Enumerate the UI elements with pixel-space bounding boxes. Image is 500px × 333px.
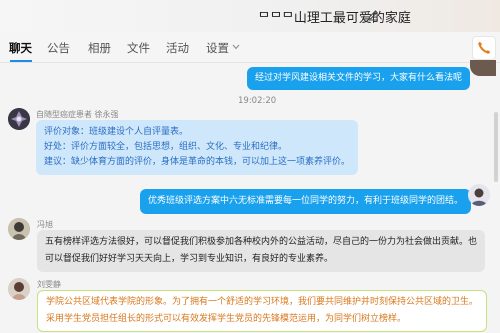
message-text: 经过对学风建设相关文件的学习，大家有什么看法呢	[255, 73, 463, 83]
message-text: 可以督促我们好好学习天天向上，学习到专业知识，有良好的专业素养。	[45, 254, 334, 264]
avatar-image	[8, 108, 30, 130]
tab-announcement[interactable]: 公告	[47, 40, 70, 56]
avatar[interactable]	[8, 278, 30, 300]
phone-icon	[478, 42, 490, 54]
title-bar: ᄆᄆᄆ山理工最可爱的家庭	[0, 0, 500, 32]
message-text: 五有榜样评选方法很好，可以督促我们积极参加各种校内外的公益活动，尽自己的一份力为…	[45, 237, 478, 247]
pencil-icon[interactable]	[367, 9, 379, 21]
message-text: 优秀班级评选方案中六无标准需要每一位同学的努力，有利于班级同学的团结。	[148, 196, 464, 206]
avatar[interactable]	[468, 184, 490, 206]
message-text: 好处：评价方面较全，包括思想，组织、文化、专业和纪律。	[44, 142, 288, 152]
avatar-image	[8, 278, 30, 300]
sender-name: 冯旭	[37, 220, 53, 229]
tab-album[interactable]: 相册	[88, 40, 111, 56]
chevron-down-icon[interactable]	[232, 44, 240, 50]
avatar[interactable]	[8, 218, 30, 240]
phone-call-button[interactable]	[472, 36, 496, 60]
message-bubble-outgoing[interactable]: 优秀班级评选方案中六无标准需要每一位同学的努力，有利于班级同学的团结。	[140, 189, 472, 214]
avatar[interactable]	[8, 108, 30, 130]
tab-bar: 聊天 公告 相册 文件 活动 设置	[0, 36, 500, 62]
message-bubble-incoming[interactable]: 评价对象：班级建设个人自评量表。 好处：评价方面较全，包括思想，组织、文化、专业…	[36, 120, 359, 175]
scrollbar-thumb[interactable]	[494, 112, 498, 182]
sender-name: 自随型癌症患者 徐永强	[36, 110, 119, 119]
message-bubble-incoming[interactable]: 五有榜样评选方法很好，可以督促我们积极参加各种校内外的公益活动，尽自己的一份力为…	[37, 230, 486, 272]
avatar-image	[468, 184, 490, 206]
message-text: 建议：缺少体育方面的评价，身体是革命的本钱，可以加上这一项素养评价。	[44, 157, 351, 167]
group-title: ᄆᄆᄆ山理工最可爱的家庭	[258, 11, 411, 26]
sender-name: 刘雯静	[37, 280, 61, 289]
message-text: 采用学生党员担任组长的形式可以有效发挥学生党员的先锋模范运用，为同学们树立榜样。	[46, 314, 407, 324]
message-text: 学院公共区域代表学院的形象。为了拥有一个舒适的学习环境，我们要共同维护并时刻保持…	[46, 297, 479, 307]
tab-files[interactable]: 文件	[127, 40, 150, 56]
tab-settings[interactable]: 设置	[206, 40, 229, 56]
tab-chat[interactable]: 聊天	[9, 40, 32, 56]
avatar[interactable]	[470, 60, 496, 76]
tab-activities[interactable]: 活动	[166, 40, 189, 56]
message-timestamp: 19:02:20	[238, 96, 277, 106]
avatar-image	[8, 218, 30, 240]
message-text: 评价对象：班级建设个人自评量表。	[44, 127, 189, 137]
message-bubble-outgoing[interactable]: 经过对学风建设相关文件的学习，大家有什么看法呢	[247, 67, 471, 90]
message-bubble-incoming[interactable]: 学院公共区域代表学院的形象。为了拥有一个舒适的学习环境，我们要共同维护并时刻保持…	[37, 290, 488, 332]
